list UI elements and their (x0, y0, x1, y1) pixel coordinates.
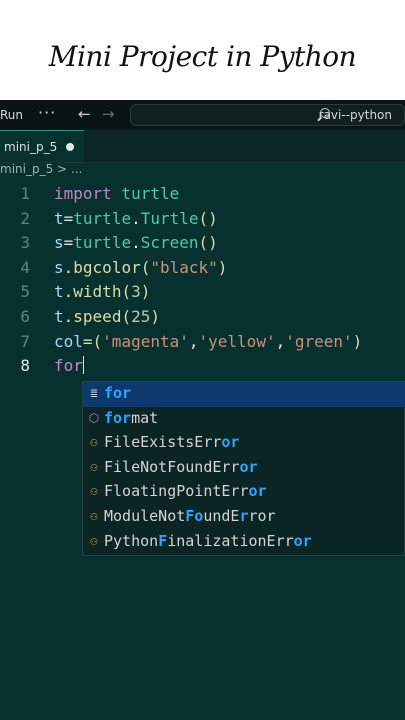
suggestion-label: PythonFinalizationError (104, 531, 312, 550)
line-number: 3 (20, 233, 30, 253)
line-source: t.speed(25) (54, 307, 160, 326)
tab-bar: mini_p_5 (0, 130, 405, 163)
forward-arrow-icon[interactable]: → (102, 105, 115, 123)
suggestion-label: for (104, 384, 132, 402)
class-icon: ⚇ (90, 459, 98, 474)
code-line: 2 t=turtle.Turtle() (0, 209, 405, 234)
tab-mini-p-5[interactable]: mini_p_5 (0, 130, 84, 162)
code-line: 7 col=('magenta','yellow','green') (0, 332, 405, 357)
code-line: 1 import turtle (0, 184, 405, 209)
line-source: col=('magenta','yellow','green') (54, 331, 363, 351)
line-number: 6 (20, 307, 30, 326)
suggestion-item[interactable]: ⚇ ModuleNotFoundError (83, 505, 405, 530)
class-icon: ⚇ (90, 435, 98, 450)
class-icon: ⚇ (90, 484, 98, 499)
unsaved-dot-icon[interactable] (66, 143, 74, 151)
tab-label: mini_p_5 (4, 140, 58, 154)
code-line: 3 s=turtle.Screen() (0, 233, 405, 258)
suggestion-item[interactable]: ⬡ format (83, 407, 405, 432)
code-line: 4 s.bgcolor("black") (0, 258, 405, 283)
suggestion-label: format (104, 408, 159, 427)
line-number: 7 (20, 331, 30, 351)
breadcrumb-separator: > (57, 162, 68, 176)
suggestion-label: FileNotFoundError (104, 457, 258, 476)
class-icon: ⚇ (90, 533, 98, 548)
line-number: 1 (20, 184, 30, 203)
back-arrow-icon[interactable]: ← (78, 105, 91, 123)
video-title: Mini Project in Python (48, 40, 357, 73)
line-number: 4 (20, 257, 30, 277)
line-source: t=turtle.Turtle() (54, 208, 218, 228)
title-bar: Run ··· ← → ravi--python (0, 100, 405, 130)
breadcrumb-file[interactable]: mini_p_5 (0, 162, 53, 176)
autocomplete-widget: ≣ for ⬡ format ⚇ FileExistsError ⚇ FileN… (82, 381, 405, 556)
line-source: t.width(3) (54, 282, 151, 302)
breadcrumb: mini_p_5 > ... (0, 162, 82, 182)
line-number: 8 (20, 356, 30, 376)
suggestion-item[interactable]: ⚇ FileExistsError (83, 431, 405, 456)
text-cursor (82, 356, 85, 375)
run-menu[interactable]: Run (0, 108, 23, 122)
breadcrumb-rest[interactable]: ... (71, 162, 82, 176)
command-center-search[interactable]: ravi--python (130, 104, 405, 126)
suggestion-item[interactable]: ⚇ FileNotFoundError (83, 456, 405, 481)
more-menu-icon[interactable]: ··· (38, 103, 56, 122)
class-icon: ⚇ (90, 509, 98, 523)
code-line: 8 for (0, 356, 405, 381)
line-source: for (54, 356, 85, 376)
suggestion-label: ModuleNotFoundError (104, 507, 276, 525)
snippet-icon: ≣ (90, 386, 98, 400)
line-source: s=turtle.Screen() (54, 233, 218, 253)
line-number: 5 (20, 282, 30, 302)
suggestion-label: FloatingPointError (104, 482, 267, 501)
search-text: ravi--python (318, 108, 392, 122)
code-line: 6 t.speed(25) (0, 307, 405, 332)
code-line: 5 t.width(3) (0, 282, 405, 307)
suggestion-item[interactable]: ⚇ PythonFinalizationError (83, 530, 405, 555)
method-icon: ⬡ (88, 410, 100, 425)
line-source: s.bgcolor("black") (54, 257, 228, 277)
line-source: import turtle (54, 184, 180, 203)
suggestion-item[interactable]: ⚇ FloatingPointError (83, 480, 405, 505)
title-banner: Mini Project in Python (0, 0, 405, 100)
suggestion-item[interactable]: ≣ for (83, 382, 405, 407)
suggestion-label: FileExistsError (104, 433, 240, 452)
line-number: 2 (20, 208, 30, 228)
